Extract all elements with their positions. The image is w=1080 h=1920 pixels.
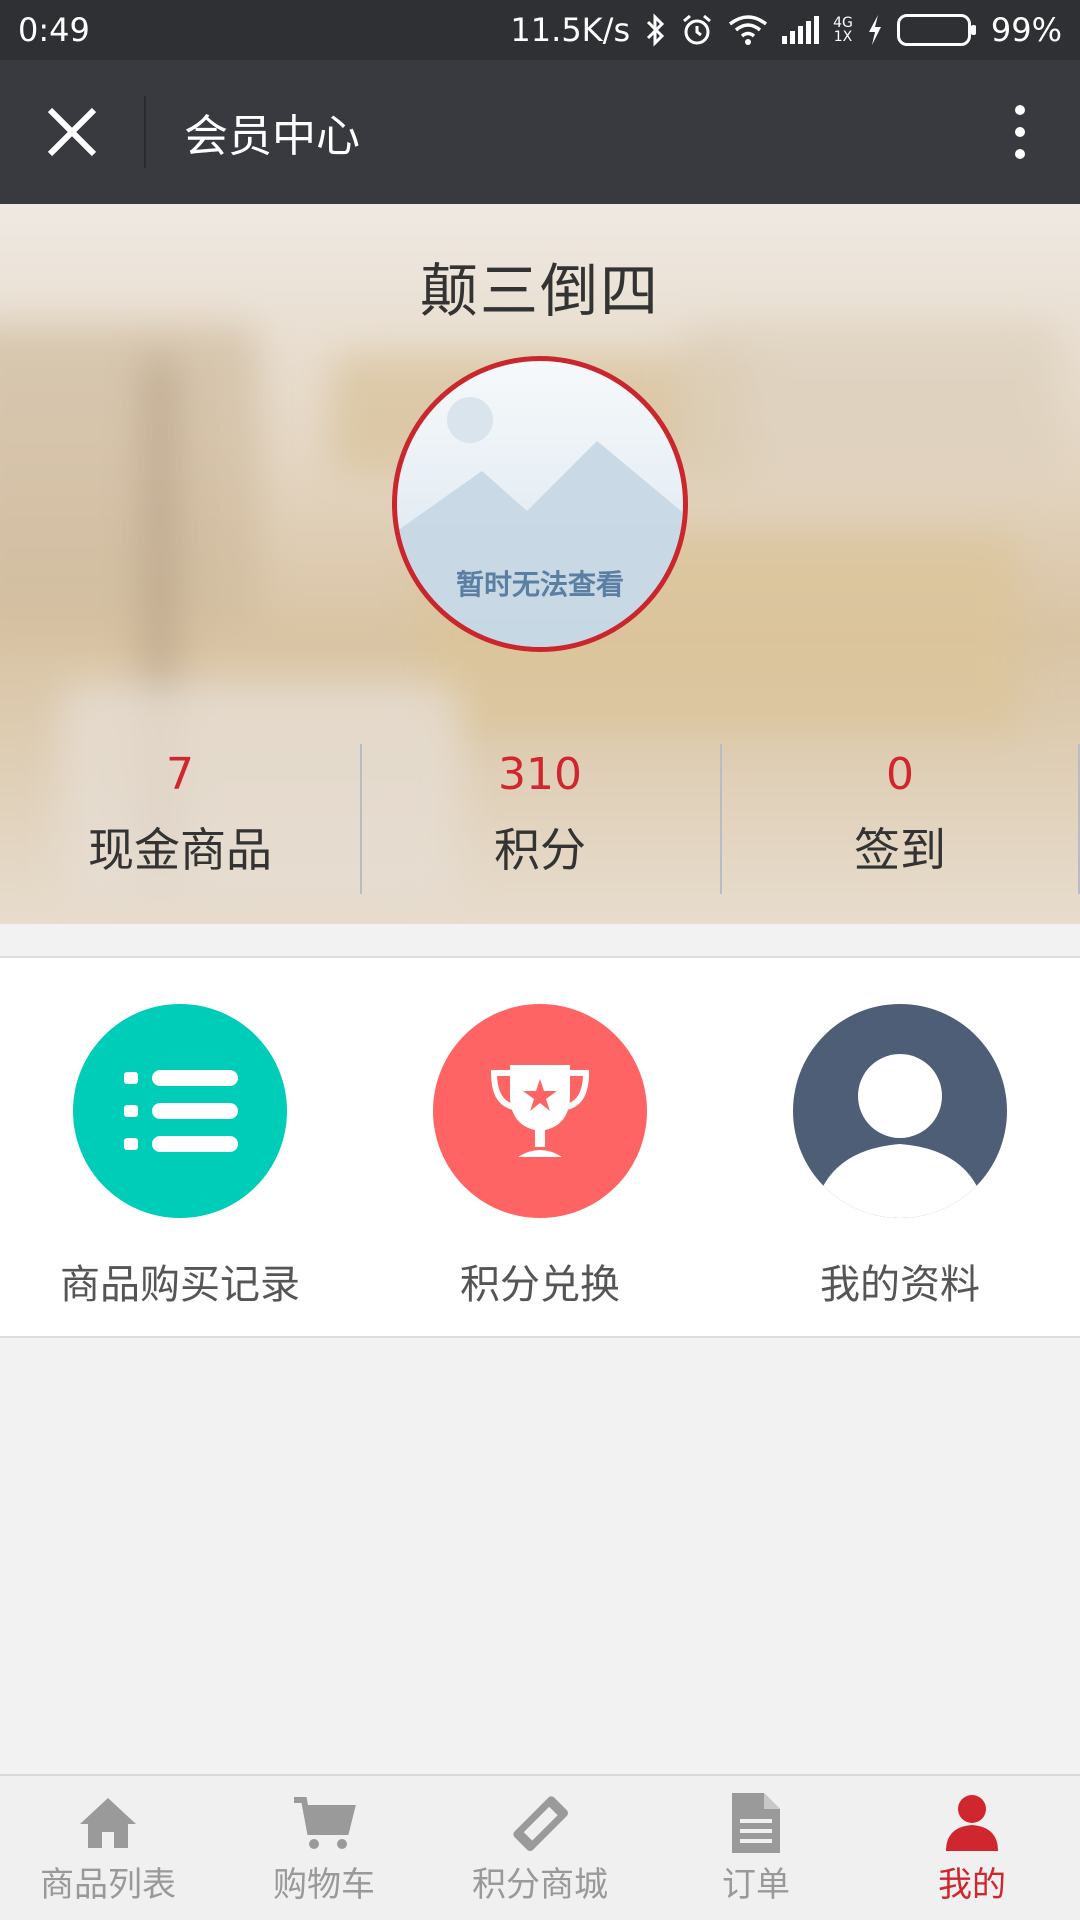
tab-label: 购物车 bbox=[273, 1864, 375, 1905]
title-divider bbox=[144, 96, 146, 168]
tab-product-list[interactable]: 商品列表 bbox=[0, 1776, 216, 1920]
stat-points[interactable]: 310 积分 bbox=[360, 724, 720, 904]
title-bar: 会员中心 bbox=[0, 60, 1080, 204]
trophy-icon bbox=[433, 1004, 647, 1218]
network-type: 4G 1X bbox=[833, 15, 853, 45]
stat-value: 310 bbox=[498, 748, 582, 800]
user-icon bbox=[793, 1004, 1007, 1218]
tab-points-mall[interactable]: 积分商城 bbox=[432, 1776, 648, 1920]
tab-label: 商品列表 bbox=[40, 1864, 176, 1905]
member-menu: 商品购买记录 积分兑换 我的资料 bbox=[0, 956, 1080, 1338]
tab-orders[interactable]: 订单 bbox=[648, 1776, 864, 1920]
close-icon bbox=[47, 107, 97, 157]
tab-label: 积分商城 bbox=[472, 1864, 608, 1905]
bluetooth-icon bbox=[644, 10, 666, 50]
more-options-button[interactable] bbox=[960, 60, 1080, 204]
stat-label: 签到 bbox=[854, 822, 946, 877]
menu-label: 我的资料 bbox=[820, 1262, 980, 1308]
net-speed: 11.5K/s bbox=[510, 11, 631, 49]
battery-icon bbox=[896, 14, 976, 46]
ticket-icon bbox=[508, 1791, 572, 1855]
menu-item-purchase-history[interactable]: 商品购买记录 bbox=[0, 958, 360, 1336]
menu-item-points-exchange[interactable]: 积分兑换 bbox=[360, 958, 720, 1336]
stat-label: 现金商品 bbox=[88, 822, 272, 877]
stat-check-in[interactable]: 0 签到 bbox=[720, 724, 1080, 904]
user-icon bbox=[940, 1791, 1004, 1855]
image-placeholder-icon bbox=[397, 441, 683, 647]
cart-icon bbox=[292, 1791, 356, 1855]
stat-value: 7 bbox=[166, 748, 194, 800]
alarm-icon bbox=[680, 10, 714, 50]
tab-label: 我的 bbox=[938, 1864, 1006, 1905]
username: 颠三倒四 bbox=[419, 257, 660, 325]
tab-label: 订单 bbox=[722, 1864, 790, 1905]
status-indicators: 11.5K/s 4G 1X 99% bbox=[510, 10, 1062, 50]
status-bar: 0:49 11.5K/s 4G 1X 99% bbox=[0, 0, 1080, 60]
menu-item-my-profile[interactable]: 我的资料 bbox=[720, 958, 1080, 1336]
document-icon bbox=[724, 1791, 788, 1855]
page-title: 会员中心 bbox=[184, 111, 360, 162]
stat-cash-products[interactable]: 7 现金商品 bbox=[0, 724, 360, 904]
tab-cart[interactable]: 购物车 bbox=[216, 1776, 432, 1920]
avatar[interactable]: 暂时无法查看 bbox=[392, 356, 688, 652]
wifi-icon bbox=[728, 10, 768, 50]
profile-banner: 颠三倒四 暂时无法查看 7 现金商品 310 积分 0 签到 bbox=[0, 204, 1080, 924]
list-icon bbox=[73, 1004, 287, 1218]
stat-label: 积分 bbox=[494, 822, 586, 877]
close-button[interactable] bbox=[0, 60, 144, 204]
more-vertical-icon bbox=[1015, 105, 1025, 115]
battery-level: 99% bbox=[990, 11, 1062, 49]
stats-row: 7 现金商品 310 积分 0 签到 bbox=[0, 724, 1080, 904]
menu-label: 商品购买记录 bbox=[60, 1262, 300, 1308]
status-time: 0:49 bbox=[18, 11, 90, 49]
menu-label: 积分兑换 bbox=[460, 1262, 620, 1308]
bottom-tab-bar: 商品列表 购物车 积分商城 订单 我的 bbox=[0, 1774, 1080, 1920]
stat-value: 0 bbox=[886, 748, 914, 800]
signal-icon bbox=[782, 16, 820, 44]
charging-icon bbox=[867, 10, 883, 50]
home-icon bbox=[76, 1791, 140, 1855]
avatar-caption: 暂时无法查看 bbox=[455, 568, 624, 601]
tab-mine[interactable]: 我的 bbox=[864, 1776, 1080, 1920]
